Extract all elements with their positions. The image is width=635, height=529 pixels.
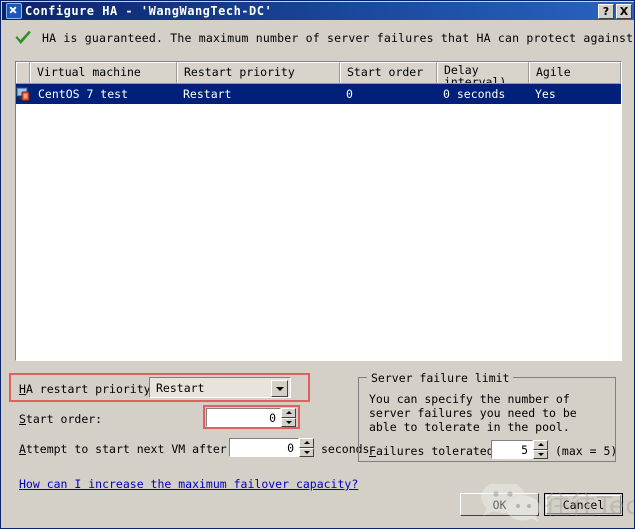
- start-order-increment-button[interactable]: [281, 408, 296, 418]
- ha-status-message: HA is guaranteed. The maximum number of …: [42, 31, 635, 45]
- attempt-next-vm-label: Attempt to start next VM after:: [19, 442, 234, 456]
- start-order-stepper-buttons: [281, 408, 296, 427]
- start-order-label-rest: tart order:: [25, 412, 103, 426]
- cell-agile: Yes: [535, 87, 556, 101]
- window-titlebar[interactable]: Configure HA - 'WangWangTech-DC' ? X: [2, 2, 634, 20]
- window-title: Configure HA - 'WangWangTech-DC': [25, 4, 273, 18]
- column-header-delay[interactable]: Delay interval): [437, 62, 529, 83]
- window-controls: ? X: [598, 3, 633, 19]
- start-order-label: Start order:: [19, 412, 102, 426]
- ha-restart-priority-label: HA restart priority:: [19, 382, 158, 396]
- ok-button-label: OK: [492, 497, 507, 512]
- start-order-decrement-button[interactable]: [281, 417, 296, 427]
- cell-delay: 0 seconds: [443, 87, 506, 101]
- cell-restart-priority: Restart: [183, 87, 232, 101]
- vm-list-header: Virtual machine Restart priority Start o…: [16, 62, 621, 84]
- attempt-next-vm-input[interactable]: 0: [229, 438, 299, 457]
- vm-list[interactable]: Virtual machine Restart priority Start o…: [15, 61, 622, 361]
- failures-tolerated-increment-button[interactable]: [533, 440, 548, 450]
- column-header-delay-sublabel: interval): [444, 75, 507, 83]
- failures-tolerated-label-rest: ailures tolerated:: [375, 444, 501, 458]
- virtual-machine-icon: [16, 87, 32, 101]
- column-header-restart-priority[interactable]: Restart priority: [177, 62, 340, 83]
- increase-failover-capacity-link[interactable]: How can I increase the maximum failover …: [19, 477, 358, 491]
- ha-restart-priority-label-rest: A restart priority:: [25, 382, 158, 396]
- column-header-agile-label: Agile: [536, 65, 571, 79]
- cell-virtual-machine: CentOS 7 test: [38, 87, 129, 101]
- ok-button[interactable]: OK: [460, 493, 539, 516]
- attempt-next-vm-increment-button[interactable]: [299, 438, 314, 448]
- attempt-next-vm-stepper[interactable]: 0: [229, 438, 314, 457]
- green-check-icon: [14, 30, 32, 46]
- server-failure-limit-title: Server failure limit: [367, 371, 514, 385]
- column-header-start-order-label: Start order: [347, 65, 424, 79]
- server-failure-limit-description: You can specify the number of server fai…: [369, 392, 577, 434]
- failures-tolerated-stepper[interactable]: 5: [491, 440, 548, 459]
- cancel-button[interactable]: Cancel: [544, 493, 623, 516]
- failures-tolerated-decrement-button[interactable]: [533, 449, 548, 459]
- cell-start-order: 0: [346, 87, 353, 101]
- column-header-restart-priority-label: Restart priority: [184, 65, 295, 79]
- column-header-virtual-machine[interactable]: Virtual machine: [30, 62, 177, 83]
- column-header-virtual-machine-label: Virtual machine: [37, 65, 141, 79]
- ha-status-bar: HA is guaranteed. The maximum number of …: [2, 20, 635, 56]
- failures-tolerated-input[interactable]: 5: [491, 440, 533, 459]
- column-header-agile[interactable]: Agile: [529, 62, 621, 83]
- virtual-machine-icon-glyph: [16, 87, 30, 101]
- xen-app-icon: [6, 3, 22, 19]
- configure-ha-dialog: Configure HA - 'WangWangTech-DC' ? X HA …: [0, 0, 635, 529]
- chevron-down-icon[interactable]: [271, 380, 288, 397]
- ha-restart-priority-select[interactable]: Restart: [149, 377, 291, 398]
- failures-tolerated-label-accel: F: [369, 444, 376, 458]
- start-order-stepper[interactable]: 0: [206, 408, 296, 427]
- failures-tolerated-stepper-buttons: [533, 440, 548, 459]
- failures-tolerated-max-note: (max = 5): [555, 444, 618, 458]
- start-order-input[interactable]: 0: [206, 408, 281, 427]
- cancel-button-label: Cancel: [562, 497, 605, 512]
- start-order-label-accel: S: [19, 412, 26, 426]
- close-icon[interactable]: X: [616, 3, 632, 19]
- help-button[interactable]: ?: [598, 3, 614, 19]
- table-row[interactable]: CentOS 7 test Restart 0 0 seconds Yes: [16, 84, 621, 104]
- ha-restart-priority-value: Restart: [156, 380, 205, 395]
- attempt-next-vm-stepper-buttons: [299, 438, 314, 457]
- cancel-button-inner: Cancel: [546, 495, 621, 514]
- column-header-spacer[interactable]: [16, 62, 30, 83]
- ha-restart-priority-label-accel: H: [19, 382, 26, 396]
- server-failure-limit-group: Server failure limit You can specify the…: [358, 371, 618, 462]
- attempt-next-vm-decrement-button[interactable]: [299, 447, 314, 457]
- failures-tolerated-label: Failures tolerated:: [369, 444, 501, 458]
- column-header-start-order[interactable]: Start order: [340, 62, 437, 83]
- attempt-next-vm-label-rest: ttempt to start next VM after:: [25, 442, 234, 456]
- attempt-next-vm-label-accel: A: [19, 442, 26, 456]
